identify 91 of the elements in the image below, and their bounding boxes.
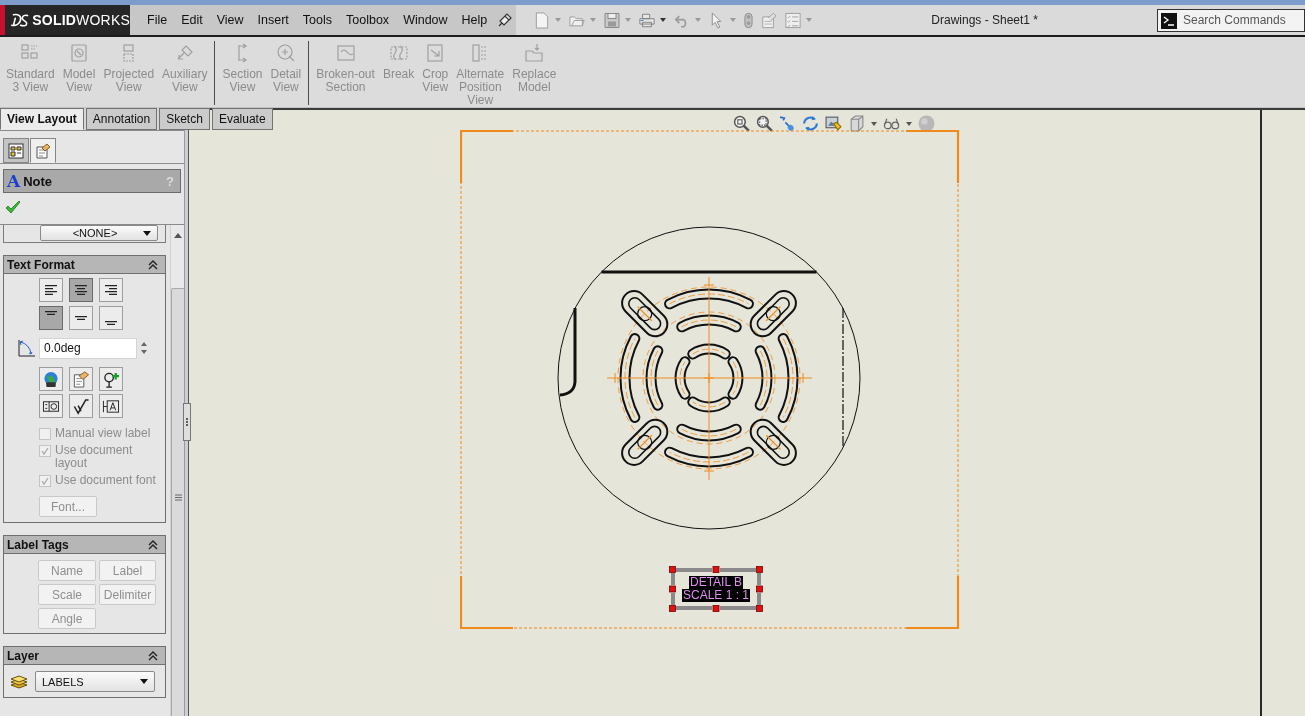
- checkbox-label: Manual view label: [55, 427, 152, 440]
- align-bottom-icon: [105, 321, 117, 325]
- grip-icon: [174, 494, 182, 501]
- align-top-icon: [45, 311, 57, 315]
- menu-item[interactable]: Help: [454, 9, 495, 31]
- refresh-arrows-icon[interactable]: [802, 115, 819, 132]
- menu-item[interactable]: File: [140, 9, 175, 31]
- logo-text: SOLIDWORKS: [32, 12, 130, 28]
- layers-icon: [10, 674, 28, 689]
- chevron-icon[interactable]: [148, 650, 158, 661]
- text-box-button[interactable]: [99, 394, 123, 418]
- add-symbol-button[interactable]: [99, 367, 123, 391]
- align-middle-icon: [75, 316, 87, 320]
- menu-item[interactable]: Edit: [174, 9, 210, 31]
- tab[interactable]: View Layout: [0, 108, 84, 130]
- tab[interactable]: Evaluate: [211, 108, 273, 130]
- group-header[interactable]: Text Format: [3, 255, 166, 274]
- angle-icon: [17, 338, 37, 358]
- search-field[interactable]: Search Commands: [1157, 8, 1305, 32]
- group-header[interactable]: Layer: [3, 646, 166, 665]
- panel-tab[interactable]: [3, 138, 29, 163]
- root-symbol-icon: [72, 397, 90, 415]
- cube-icon[interactable]: [848, 115, 865, 132]
- align-center-button[interactable]: [69, 278, 93, 302]
- menu-item[interactable]: Tools: [295, 9, 340, 31]
- hyperlink-button[interactable]: [39, 367, 63, 391]
- logo-icon: [10, 12, 30, 28]
- panel-title: Note: [23, 173, 54, 189]
- layer-dropdown[interactable]: LABELS: [35, 671, 155, 692]
- zoom-area-icon[interactable]: [756, 115, 773, 132]
- scroll-up-icon[interactable]: [174, 233, 182, 238]
- splitter-handle[interactable]: [183, 403, 191, 441]
- link-property-button[interactable]: [69, 367, 93, 391]
- menu-item[interactable]: Insert: [250, 9, 296, 31]
- align-left-icon: [45, 285, 57, 295]
- wave-frame-icon: [335, 43, 356, 63]
- view-label-text[interactable]: DETAIL B: [689, 576, 743, 589]
- framed-letter-icon: [102, 397, 120, 415]
- angle-field[interactable]: 0.0deg: [39, 337, 137, 359]
- align-center-icon: [75, 285, 87, 295]
- align-right-button[interactable]: [99, 278, 123, 302]
- checkbox-label: Use document layout: [55, 444, 134, 470]
- group-title: Text Format: [7, 257, 76, 272]
- checkmark-icon[interactable]: [5, 200, 21, 214]
- caret-icon[interactable]: [906, 121, 912, 126]
- align-middle-button[interactable]: [69, 306, 93, 330]
- menu-item[interactable]: Toolbox: [339, 9, 397, 31]
- zoom-to-fit-icon[interactable]: [733, 115, 750, 132]
- geometric-tolerance-button[interactable]: [69, 394, 93, 418]
- note-glyph: A: [7, 172, 21, 190]
- document-tag-icon: [35, 142, 51, 159]
- folder-arrow-icon: [524, 43, 545, 63]
- view-boundary[interactable]: [460, 130, 960, 630]
- window-title: Drawings - Sheet1 *: [930, 13, 1039, 27]
- grid-icon: [8, 142, 24, 159]
- group-title: Label Tags: [7, 537, 70, 552]
- tab[interactable]: Sketch: [159, 108, 210, 130]
- style-dropdown[interactable]: <NONE>: [40, 225, 158, 241]
- chevron-icon[interactable]: [148, 259, 158, 270]
- save-icon[interactable]: [604, 11, 621, 29]
- align-right-icon: [105, 285, 117, 295]
- align-bottom-button[interactable]: [99, 306, 123, 330]
- part-drawing[interactable]: [557, 226, 861, 530]
- menu-item[interactable]: View: [209, 9, 251, 31]
- wand-icon[interactable]: [779, 115, 796, 132]
- magnifier-plus-icon: [275, 43, 296, 63]
- caret-icon[interactable]: [871, 121, 877, 126]
- caret-icon: [140, 679, 148, 684]
- caret-icon: [143, 230, 151, 236]
- symbol-frame-button[interactable]: [39, 394, 63, 418]
- selection-frame-drawing[interactable]: [669, 566, 763, 612]
- group-header[interactable]: Label Tags: [3, 535, 166, 554]
- align-left-button[interactable]: [39, 278, 63, 302]
- document-tag-icon: [72, 370, 90, 388]
- scrollbar-thumb[interactable]: [171, 288, 184, 716]
- panel-tab[interactable]: [30, 138, 56, 163]
- framed-circle-sheet-icon: [69, 43, 90, 63]
- group-title: Layer: [7, 648, 41, 663]
- pin-icon[interactable]: [498, 13, 513, 27]
- picture-pencil-icon[interactable]: [825, 115, 842, 132]
- checklist-icon[interactable]: [785, 11, 802, 29]
- menu-item[interactable]: Window: [396, 9, 455, 31]
- view-label-text[interactable]: SCALE 1 : 1: [681, 589, 750, 602]
- caret-icon[interactable]: [660, 18, 667, 22]
- align-top-button[interactable]: [39, 306, 63, 330]
- wavy-lines-icon: [388, 43, 409, 63]
- checkbox-label: Use document font: [55, 474, 157, 487]
- chevron-icon[interactable]: [148, 539, 158, 550]
- add-symbol-icon: [102, 370, 120, 388]
- globe-icon: [42, 370, 60, 388]
- tab[interactable]: Annotation: [85, 108, 158, 130]
